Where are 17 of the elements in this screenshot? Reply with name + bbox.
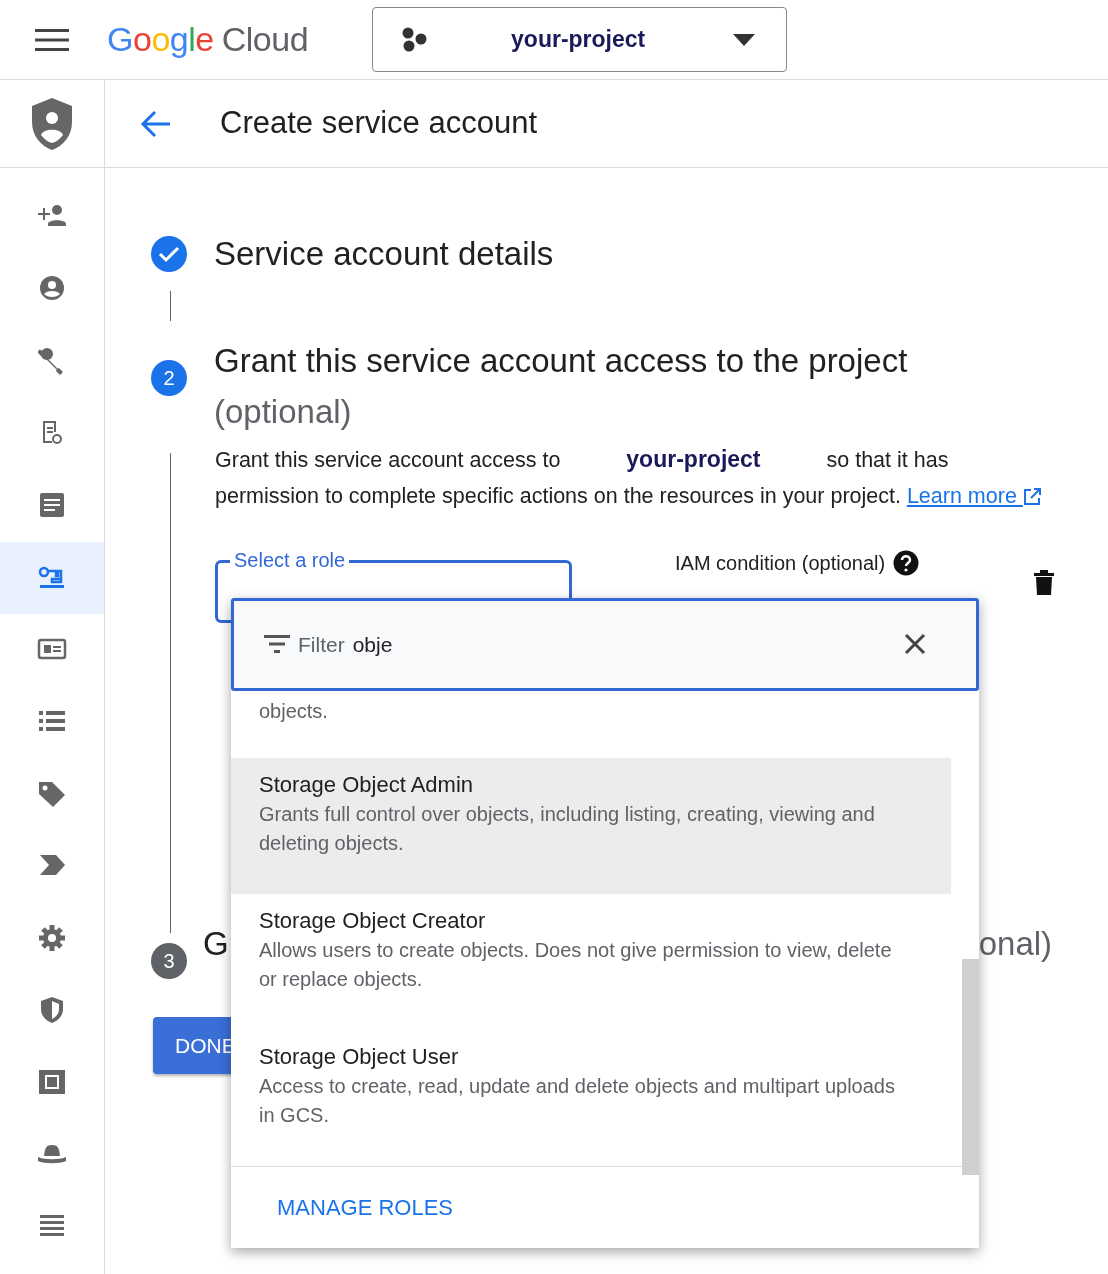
manage-roles-button[interactable]: MANAGE ROLES — [271, 1189, 460, 1225]
step-number: 3 — [151, 943, 187, 979]
filter-field[interactable]: Filter obje — [231, 598, 979, 691]
role-option[interactable]: objects. — [231, 690, 951, 758]
step-suffix: onal) — [978, 924, 1053, 964]
condition-label: IAM condition (optional) — [675, 551, 886, 576]
step-suffix: (optional) — [214, 392, 353, 432]
step-title: Service account details — [214, 234, 554, 274]
description-text: Grant this service account access to your-project so that it has permission to complete specific actions on the resources in your project. Learn more — [215, 441, 1045, 514]
page-title: Create service account — [220, 104, 538, 143]
step-number: 2 — [151, 360, 187, 396]
project-selector[interactable]: your-project — [372, 7, 788, 72]
logo: Google Cloud — [107, 19, 309, 60]
step-title: Grant this service account access to the project — [214, 341, 908, 381]
learn-more-link[interactable]: Learn more — [906, 484, 1041, 508]
step-title: G — [203, 924, 229, 964]
role-option[interactable]: Storage Object Admin Grants full control over objects, including listing, creating, viewing and deleting objects. — [231, 757, 951, 894]
